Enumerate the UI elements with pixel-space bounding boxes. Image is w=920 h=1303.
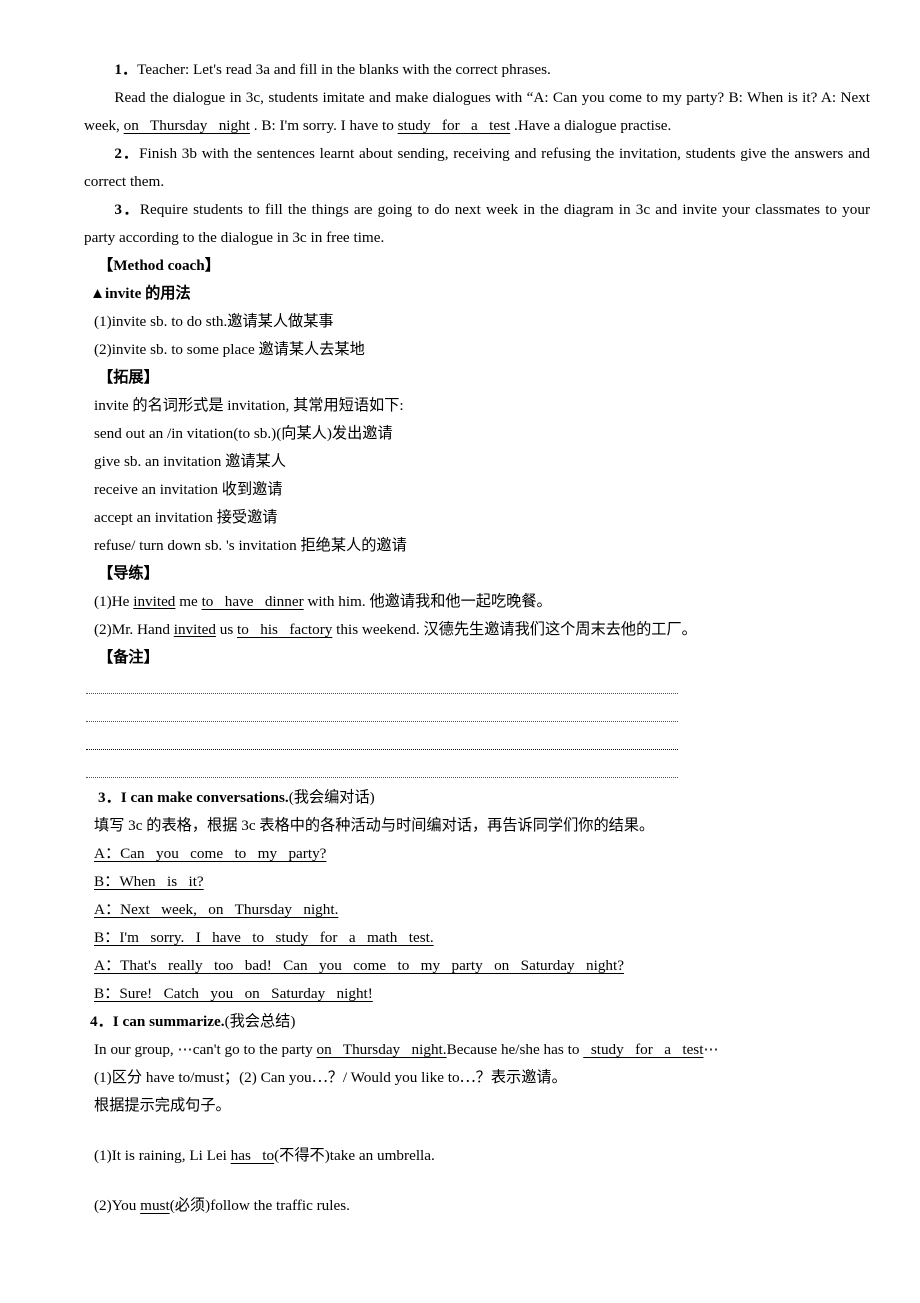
method-coach-heading: 【Method coach】	[98, 257, 220, 274]
exercise-2-post: follow the traffic rules.	[210, 1197, 350, 1214]
answer-blank-study-for-a-test-2: study for a test	[583, 1041, 704, 1058]
invite-usage-item: (1)invite sb. to do sth.邀请某人做某事	[94, 313, 334, 330]
step-2-paragraph: 2．Finish 3b with the sentences learnt ab…	[84, 140, 870, 196]
summarize-prompt-line: 根据提示完成句子。	[94, 1097, 231, 1114]
guided-item-2-verb: invited	[173, 621, 216, 638]
summarize-exercise: (2)You must(必须)follow the traffic rules.	[84, 1192, 870, 1220]
step-1-dialogue-mid: . B: I'm sorry. I have to	[249, 117, 398, 134]
notes-dotted-line[interactable]	[86, 728, 870, 756]
answer-blank-has-to: has to	[230, 1147, 275, 1164]
conversation-line: A：Next week, on Thursday night.	[84, 896, 870, 924]
expansion-phrase: receive an invitation 收到邀请	[94, 481, 283, 498]
notes-heading: 【备注】	[98, 649, 159, 666]
summarize-heading: 4．I can summarize.(我会总结)	[84, 1008, 870, 1036]
answer-blank-must: must	[140, 1197, 170, 1214]
step-1-number: 1．	[114, 61, 138, 78]
conversations-number: 3．	[98, 789, 121, 806]
summarize-title-cn: (我会总结)	[224, 1013, 296, 1030]
conversation-line: A：That's really too bad! Can you come to…	[84, 952, 870, 980]
exercise-1-hint: (不得不)	[274, 1147, 330, 1164]
summarize-point-line: (1)区分 have to/must；(2) Can you⋯？/ Would …	[94, 1069, 567, 1086]
step-3-number: 3．	[114, 201, 140, 218]
guided-item-2-mid: us	[215, 621, 238, 638]
conversation-line: B：When is it?	[84, 868, 870, 896]
step-1-paragraph: 1．Teacher: Let's read 3a and fill in the…	[84, 56, 870, 84]
conversation-line-text: B：I'm sorry. I have to study for a math …	[94, 929, 434, 946]
conversation-line: B：I'm sorry. I have to study for a math …	[84, 924, 870, 952]
conversation-line: B：Sure! Catch you on Saturday night!	[84, 980, 870, 1008]
step-1-dialogue-paragraph: Read the dialogue in 3c, students imitat…	[84, 84, 870, 140]
expansion-phrase: accept an invitation 接受邀请	[94, 509, 278, 526]
conversations-title: I can make conversations.	[120, 789, 289, 806]
notes-dotted-line[interactable]	[86, 672, 870, 700]
guided-practice-item: (2)Mr. Hand invited us to his factory th…	[84, 616, 870, 644]
expansion-phrase: refuse/ turn down sb. 's invitation 拒绝某人…	[94, 537, 407, 554]
expansion-phrase: give sb. an invitation 邀请某人	[94, 453, 286, 470]
guided-item-1-pre: (1)He	[94, 593, 134, 610]
step-3-paragraph: 3．Require students to fill the things ar…	[84, 196, 870, 252]
guided-item-1-mid: me	[175, 593, 202, 610]
exercise-1-post: take an umbrella.	[329, 1147, 435, 1164]
answer-blank-on-thursday-night-2: on Thursday night.	[316, 1041, 447, 1058]
summarize-exercise: (1)It is raining, Li Lei has to(不得不)take…	[84, 1142, 870, 1170]
step-3-text: Require students to fill the things are …	[84, 201, 871, 246]
guided-practice-heading: 【导练】	[98, 565, 159, 582]
guided-item-2-post: this weekend. 汉德先生邀请我们这个周末去他的工厂。	[332, 621, 697, 638]
notes-dotted-line[interactable]	[86, 700, 870, 728]
step-2-text: Finish 3b with the sentences learnt abou…	[84, 145, 871, 190]
guided-practice-item: (1)He invited me to have dinner with him…	[84, 588, 870, 616]
conversation-line-text: A：That's really too bad! Can you come to…	[94, 957, 624, 974]
guided-item-2-pre: (2)Mr. Hand	[94, 621, 174, 638]
expansion-intro: invite 的名词形式是 invitation, 其常用短语如下:	[94, 397, 404, 414]
answer-blank-to-have-dinner: to have dinner	[201, 593, 304, 610]
summarize-sentence-pre: In our group, ⋯can't go to the party	[94, 1041, 317, 1058]
exercise-1-pre: (1)It is raining, Li Lei	[94, 1147, 231, 1164]
invite-usage-subheading: ▲invite 的用法	[90, 285, 191, 302]
document-body: 1．Teacher: Let's read 3a and fill in the…	[84, 56, 870, 1220]
answer-blank-to-his-factory: to his factory	[237, 621, 333, 638]
summarize-sentence: In our group, ⋯can't go to the party on …	[84, 1036, 870, 1064]
conversations-instruction: 填写 3c 的表格，根据 3c 表格中的各种活动与时间编对话，再告诉同学们你的结…	[94, 817, 655, 834]
conversation-line-text: A：Next week, on Thursday night.	[94, 901, 339, 918]
notes-dotted-line[interactable]	[86, 756, 870, 784]
invite-usage-item: (2)invite sb. to some place 邀请某人去某地	[94, 341, 365, 358]
answer-blank-study-for-a-test: study for a test	[397, 117, 511, 134]
step-1-dialogue-post: .Have a dialogue practise.	[510, 117, 672, 134]
exercise-2-pre: (2)You	[94, 1197, 141, 1214]
conversation-line-text: B：Sure! Catch you on Saturday night!	[94, 985, 373, 1002]
conversation-line: A：Can you come to my party?	[84, 840, 870, 868]
expansion-phrase: send out an /in vitation(to sb.)(向某人)发出邀…	[94, 425, 393, 442]
expansion-heading: 【拓展】	[98, 369, 159, 386]
summarize-sentence-post: ⋯	[703, 1041, 719, 1058]
summarize-title: I can summarize.	[112, 1013, 225, 1030]
worksheet-page: 1．Teacher: Let's read 3a and fill in the…	[0, 0, 920, 1303]
conversations-heading: 3．I can make conversations.(我会编对话)	[84, 784, 870, 812]
summarize-sentence-mid: Because he/she has to	[446, 1041, 584, 1058]
step-2-number: 2．	[114, 145, 140, 162]
summarize-number: 4．	[90, 1013, 113, 1030]
step-1-text: Teacher: Let's read 3a and fill in the b…	[137, 61, 551, 78]
answer-blank-on-thursday-night: on Thursday night	[123, 117, 250, 134]
exercise-2-hint: (必须)	[169, 1197, 211, 1214]
conversation-line-text: A：Can you come to my party?	[94, 845, 327, 862]
conversation-line-text: B：When is it?	[94, 873, 204, 890]
notes-writing-area[interactable]	[84, 672, 870, 784]
conversations-title-cn: (我会编对话)	[288, 789, 375, 806]
guided-item-1-verb: invited	[133, 593, 176, 610]
guided-item-1-post: with him. 他邀请我和他一起吃晚餐。	[303, 593, 552, 610]
